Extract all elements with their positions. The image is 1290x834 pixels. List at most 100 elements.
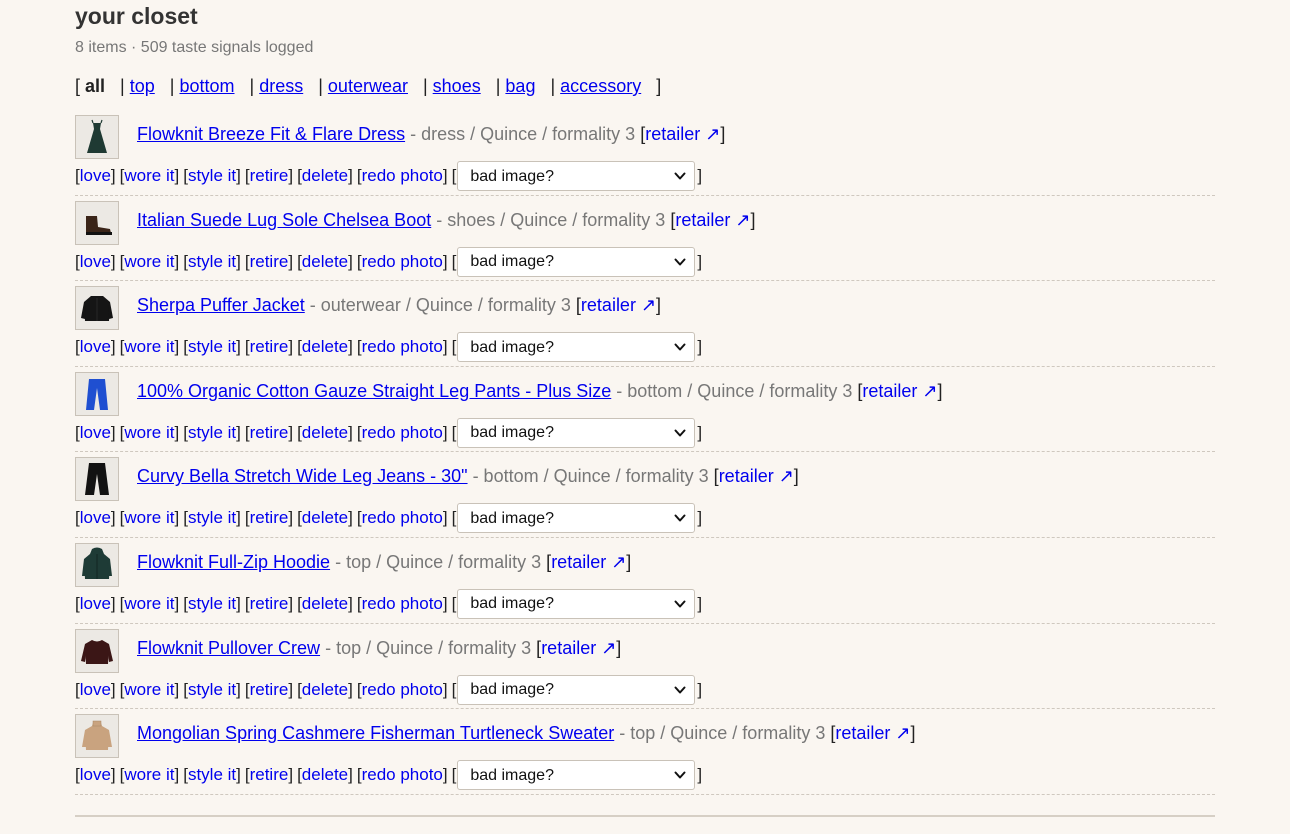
retailer-link[interactable]: retailer ↗ bbox=[645, 124, 720, 144]
love-button[interactable]: love bbox=[80, 337, 111, 357]
bracket: ] bbox=[110, 765, 116, 785]
retire-button[interactable]: retire bbox=[250, 765, 289, 785]
bad-image-select[interactable]: bad image? bbox=[457, 760, 696, 791]
love-button[interactable]: love bbox=[80, 594, 111, 614]
redo-photo-button[interactable]: redo photo bbox=[362, 166, 443, 186]
delete-button[interactable]: delete bbox=[302, 252, 348, 272]
item-title-link[interactable]: Curvy Bella Stretch Wide Leg Jeans - 30" bbox=[137, 466, 468, 486]
item-thumbnail[interactable] bbox=[75, 542, 119, 587]
item-thumbnail[interactable] bbox=[75, 371, 119, 416]
bracket: ] bbox=[697, 166, 703, 185]
filter-bag[interactable]: bag bbox=[505, 76, 535, 96]
bad-image-select[interactable]: bad image? bbox=[457, 674, 696, 705]
wore-it-button[interactable]: wore it bbox=[124, 594, 174, 614]
love-button[interactable]: love bbox=[80, 423, 111, 443]
retailer-link[interactable]: retailer ↗ bbox=[675, 210, 750, 230]
bracket: ] bbox=[236, 679, 241, 699]
retire-button[interactable]: retire bbox=[250, 166, 289, 186]
redo-photo-button[interactable]: redo photo bbox=[362, 508, 443, 528]
wore-it-button[interactable]: wore it bbox=[124, 166, 174, 186]
item-thumbnail[interactable] bbox=[75, 714, 119, 759]
retailer-link[interactable]: retailer ↗ bbox=[541, 638, 616, 658]
retire-button[interactable]: retire bbox=[250, 423, 289, 443]
retire-button[interactable]: retire bbox=[250, 594, 289, 614]
item-thumbnail[interactable] bbox=[75, 457, 119, 502]
bracket: ] bbox=[348, 679, 353, 699]
filter-outerwear[interactable]: outerwear bbox=[328, 76, 408, 96]
wore-it-button[interactable]: wore it bbox=[124, 337, 174, 357]
bad-image-select[interactable]: bad image? bbox=[457, 161, 696, 191]
redo-photo-button[interactable]: redo photo bbox=[362, 252, 443, 272]
retailer-link[interactable]: retailer ↗ bbox=[719, 466, 794, 486]
bracket: ] bbox=[626, 551, 632, 572]
bad-image-select[interactable]: bad image? bbox=[457, 332, 696, 363]
redo-photo-button[interactable]: redo photo bbox=[362, 337, 443, 357]
wore-it-button[interactable]: wore it bbox=[124, 252, 174, 272]
item-title-link[interactable]: Flowknit Full-Zip Hoodie bbox=[137, 552, 330, 572]
item-thumbnail[interactable] bbox=[75, 628, 119, 673]
wore-it-button[interactable]: wore it bbox=[124, 423, 174, 443]
retailer-link[interactable]: retailer ↗ bbox=[581, 295, 656, 315]
redo-photo-button[interactable]: redo photo bbox=[362, 765, 443, 785]
style-it-button[interactable]: style it bbox=[188, 508, 236, 528]
item-title-link[interactable]: Flowknit Pullover Crew bbox=[137, 638, 320, 658]
style-it-button[interactable]: style it bbox=[188, 423, 236, 443]
filter-top[interactable]: top bbox=[130, 76, 155, 96]
redo-photo-button[interactable]: redo photo bbox=[362, 594, 443, 614]
love-button[interactable]: love bbox=[80, 680, 111, 700]
filter-bottom[interactable]: bottom bbox=[179, 76, 234, 96]
style-it-button[interactable]: style it bbox=[188, 765, 236, 785]
style-it-button[interactable]: style it bbox=[188, 680, 236, 700]
bad-image-select[interactable]: bad image? bbox=[457, 588, 696, 619]
retire-button[interactable]: retire bbox=[250, 252, 289, 272]
item-thumbnail[interactable] bbox=[75, 115, 119, 159]
wore-it-button[interactable]: wore it bbox=[124, 508, 174, 528]
retailer-link[interactable]: retailer ↗ bbox=[551, 552, 626, 572]
style-it-button[interactable]: style it bbox=[188, 166, 236, 186]
filter-dress[interactable]: dress bbox=[259, 76, 303, 96]
style-it-button[interactable]: style it bbox=[188, 252, 236, 272]
retire-button[interactable]: retire bbox=[250, 680, 289, 700]
delete-button[interactable]: delete bbox=[302, 594, 348, 614]
filter-accessory[interactable]: accessory bbox=[560, 76, 641, 96]
retailer-link[interactable]: retailer ↗ bbox=[835, 723, 910, 743]
love-button[interactable]: love bbox=[80, 508, 111, 528]
item-title-link[interactable]: Mongolian Spring Cashmere Fisherman Turt… bbox=[137, 723, 614, 743]
love-button[interactable]: love bbox=[80, 765, 111, 785]
delete-button[interactable]: delete bbox=[302, 337, 348, 357]
style-it-button[interactable]: style it bbox=[188, 337, 236, 357]
item-header: Curvy Bella Stretch Wide Leg Jeans - 30"… bbox=[137, 465, 799, 487]
style-it-button[interactable]: style it bbox=[188, 594, 236, 614]
bracket: ] bbox=[174, 508, 180, 528]
item-header: Flowknit Full-Zip Hoodie - top / Quince … bbox=[137, 551, 631, 573]
retire-button[interactable]: retire bbox=[250, 508, 289, 528]
closet-page: your closet 8 items · 509 taste signals … bbox=[75, 0, 1215, 795]
item-actions: [love] [wore it] [style it] [retire] [de… bbox=[75, 161, 702, 191]
bad-image-select[interactable]: bad image? bbox=[457, 417, 696, 448]
delete-button[interactable]: delete bbox=[302, 765, 348, 785]
retire-button[interactable]: retire bbox=[250, 337, 289, 357]
item-thumbnail[interactable] bbox=[75, 200, 119, 245]
bracket: ] bbox=[442, 337, 448, 357]
item-title-link[interactable]: 100% Organic Cotton Gauze Straight Leg P… bbox=[137, 381, 611, 401]
bad-image-select[interactable]: bad image? bbox=[457, 246, 696, 277]
wore-it-button[interactable]: wore it bbox=[124, 680, 174, 700]
redo-photo-button[interactable]: redo photo bbox=[362, 423, 443, 443]
bad-image-select[interactable]: bad image? bbox=[457, 503, 696, 534]
bracket: ] bbox=[236, 251, 241, 271]
item-header: Italian Suede Lug Sole Chelsea Boot - sh… bbox=[137, 209, 755, 231]
delete-button[interactable]: delete bbox=[302, 166, 348, 186]
redo-photo-button[interactable]: redo photo bbox=[362, 680, 443, 700]
delete-button[interactable]: delete bbox=[302, 423, 348, 443]
item-thumbnail[interactable] bbox=[75, 286, 119, 331]
retailer-link[interactable]: retailer ↗ bbox=[862, 381, 937, 401]
wore-it-button[interactable]: wore it bbox=[124, 765, 174, 785]
item-title-link[interactable]: Flowknit Breeze Fit & Flare Dress bbox=[137, 124, 405, 144]
delete-button[interactable]: delete bbox=[302, 680, 348, 700]
love-button[interactable]: love bbox=[80, 166, 111, 186]
item-title-link[interactable]: Sherpa Puffer Jacket bbox=[137, 295, 305, 315]
love-button[interactable]: love bbox=[80, 252, 111, 272]
delete-button[interactable]: delete bbox=[302, 508, 348, 528]
filter-shoes[interactable]: shoes bbox=[433, 76, 481, 96]
item-title-link[interactable]: Italian Suede Lug Sole Chelsea Boot bbox=[137, 210, 431, 230]
